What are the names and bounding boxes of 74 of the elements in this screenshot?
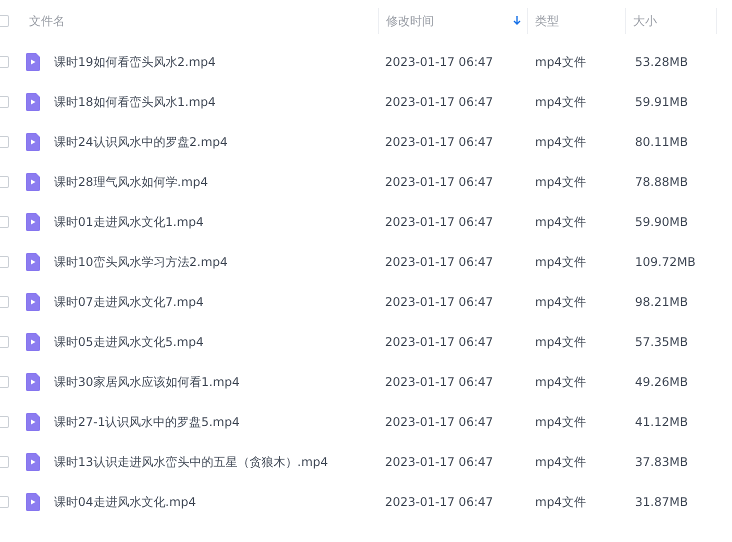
modified-time: 2023-01-17 06:47 [384, 375, 494, 389]
file-type: mp4文件 [534, 374, 587, 390]
file-size: 59.91MB [634, 95, 689, 109]
video-file-icon [26, 293, 40, 311]
row-checkbox[interactable] [0, 496, 9, 508]
row-checkbox[interactable] [0, 416, 9, 428]
file-size: 80.11MB [634, 135, 689, 149]
file-name[interactable]: 课时18如何看峦头风水1.mp4 [54, 94, 378, 110]
video-file-icon [26, 493, 40, 511]
file-name[interactable]: 课时30家居风水应该如何看1.mp4 [54, 374, 378, 390]
file-name[interactable]: 课时10峦头风水学习方法2.mp4 [54, 254, 378, 270]
row-checkbox[interactable] [0, 336, 9, 348]
video-file-icon [26, 213, 40, 231]
file-name[interactable]: 课时04走进风水文化.mp4 [54, 494, 378, 510]
row-checkbox[interactable] [0, 56, 9, 68]
file-size: 57.35MB [634, 335, 689, 349]
file-size: 109.72MB [634, 255, 697, 269]
file-type: mp4文件 [534, 334, 587, 350]
modified-time: 2023-01-17 06:47 [384, 135, 494, 149]
row-checkbox[interactable] [0, 456, 9, 468]
modified-time: 2023-01-17 06:47 [384, 55, 494, 69]
video-file-icon [26, 453, 40, 471]
file-type: mp4文件 [534, 134, 587, 150]
file-type: mp4文件 [534, 214, 587, 230]
row-checkbox[interactable] [0, 296, 9, 308]
file-name[interactable]: 课时27-1认识风水中的罗盘5.mp4 [54, 414, 378, 430]
file-name[interactable]: 课时24认识风水中的罗盘2.mp4 [54, 134, 378, 150]
video-file-icon [26, 333, 40, 351]
row-checkbox[interactable] [0, 136, 9, 148]
file-size: 98.21MB [634, 295, 689, 309]
file-type: mp4文件 [534, 254, 587, 270]
row-checkbox[interactable] [0, 96, 9, 108]
row-checkbox[interactable] [0, 256, 9, 268]
video-file-icon [26, 133, 40, 151]
file-type: mp4文件 [534, 94, 587, 110]
row-checkbox[interactable] [0, 176, 9, 188]
file-name[interactable]: 课时13认识走进风水峦头中的五星（贪狼木）.mp4 [54, 454, 378, 470]
modified-time: 2023-01-17 06:47 [384, 95, 494, 109]
modified-time: 2023-01-17 06:47 [384, 335, 494, 349]
file-size: 78.88MB [634, 175, 689, 189]
select-all-checkbox[interactable] [0, 15, 9, 27]
file-size: 49.26MB [634, 375, 689, 389]
file-name[interactable]: 课时28理气风水如何学.mp4 [54, 174, 378, 190]
file-size: 53.28MB [634, 55, 689, 69]
file-type: mp4文件 [534, 414, 587, 430]
file-name[interactable]: 课时05走进风水文化5.mp4 [54, 334, 378, 350]
video-file-icon [26, 253, 40, 271]
modified-time: 2023-01-17 06:47 [384, 255, 494, 269]
file-name[interactable]: 课时07走进风水文化7.mp4 [54, 294, 378, 310]
modified-time: 2023-01-17 06:47 [384, 175, 494, 189]
modified-time: 2023-01-17 06:47 [384, 295, 494, 309]
video-file-icon [26, 173, 40, 191]
file-size: 37.83MB [634, 455, 689, 469]
video-file-icon [26, 53, 40, 71]
row-checkbox[interactable] [0, 216, 9, 228]
file-type: mp4文件 [534, 54, 587, 70]
video-file-icon [26, 373, 40, 391]
file-size: 31.87MB [634, 495, 689, 509]
file-type: mp4文件 [534, 174, 587, 190]
file-type: mp4文件 [534, 494, 587, 510]
modified-time: 2023-01-17 06:47 [384, 215, 494, 229]
file-type: mp4文件 [534, 294, 587, 310]
file-name[interactable]: 课时19如何看峦头风水2.mp4 [54, 54, 378, 70]
video-file-icon [26, 413, 40, 431]
file-name[interactable]: 课时01走进风水文化1.mp4 [54, 214, 378, 230]
modified-time: 2023-01-17 06:47 [384, 415, 494, 429]
modified-time: 2023-01-17 06:47 [384, 495, 494, 509]
sort-down-icon [513, 16, 521, 26]
file-size: 41.12MB [634, 415, 689, 429]
file-size: 59.90MB [634, 215, 689, 229]
video-file-icon [26, 93, 40, 111]
row-checkbox[interactable] [0, 376, 9, 388]
file-type: mp4文件 [534, 454, 587, 470]
modified-time: 2023-01-17 06:47 [384, 455, 494, 469]
